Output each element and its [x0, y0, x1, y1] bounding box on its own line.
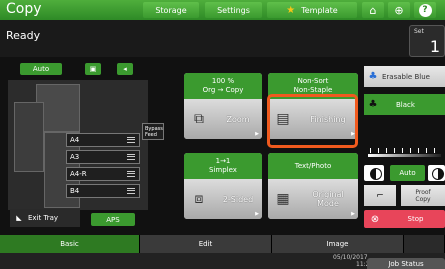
- tab-bar: Basic Edit Image: [0, 235, 445, 253]
- zoom-button[interactable]: 100 % Org → Copy ⧉ Zoom ▶: [184, 73, 262, 139]
- corner-arrow-icon: ▶: [255, 131, 259, 137]
- black-mode-button[interactable]: ♣ Black: [364, 94, 445, 115]
- aps-button[interactable]: APS: [91, 213, 135, 226]
- home-icon[interactable]: ⌂: [362, 2, 384, 18]
- job-build-icon[interactable]: ⌐: [364, 185, 396, 206]
- footer-bar: 05/10/2017 11:28 Job Status: [0, 253, 445, 269]
- erasable-icon: ♣: [368, 71, 378, 82]
- stop-button[interactable]: ⊗ Stop: [364, 210, 445, 228]
- tray-item[interactable]: A4-R: [66, 167, 140, 181]
- original-size-icon[interactable]: ▣: [85, 63, 101, 75]
- tab-basic[interactable]: Basic: [0, 235, 140, 253]
- header-bar: Copy Storage Settings ★ Template ⌂ ⊕ ?: [0, 0, 445, 20]
- original-mode-icon: ▦: [276, 191, 290, 207]
- tray-item[interactable]: B4: [66, 184, 140, 198]
- set-label: Set: [414, 28, 424, 35]
- corner-arrow-icon: ▶: [351, 211, 355, 217]
- original-mode-label: Original Mode: [312, 190, 344, 208]
- template-label: Template: [301, 5, 338, 15]
- set-counter[interactable]: Set 1: [409, 25, 445, 57]
- tray-icon: [127, 154, 135, 160]
- black-label: Black: [396, 100, 415, 109]
- tab-spacer: [404, 235, 445, 253]
- set-value: 1: [429, 37, 440, 56]
- tray-label: A4-R: [70, 170, 87, 178]
- lighter-density-icon[interactable]: [364, 165, 384, 181]
- tray-icon: [127, 171, 135, 177]
- original-mode-button[interactable]: Text/Photo ▦ Original Mode ▶: [268, 153, 358, 219]
- settings-button[interactable]: Settings: [205, 2, 262, 18]
- bypass-feed-button[interactable]: Bypass Feed: [142, 123, 164, 140]
- auto-color-button[interactable]: Auto: [20, 63, 62, 75]
- zoom-label: Zoom: [226, 114, 250, 124]
- template-button[interactable]: ★ Template: [267, 2, 357, 18]
- job-status-button[interactable]: Job Status: [367, 258, 445, 269]
- density-scale: [364, 146, 445, 158]
- exit-tray-button[interactable]: ◣ Exit Tray: [10, 209, 80, 227]
- tray-icon: [127, 188, 135, 194]
- help-button[interactable]: ?: [414, 2, 436, 18]
- storage-button[interactable]: Storage: [143, 2, 199, 18]
- tray-item[interactable]: A4: [66, 133, 140, 147]
- exit-tray-icon: ◣: [16, 214, 22, 222]
- two-sided-button[interactable]: 1→1 Simplex ⧈ 2-Sided ▶: [184, 153, 262, 219]
- two-sided-label: 2-Sided: [222, 194, 254, 204]
- black-mode-icon: ♣: [368, 99, 378, 110]
- tray-item[interactable]: A3: [66, 150, 140, 164]
- tray-label: B4: [70, 187, 80, 195]
- auto-label: Auto: [32, 65, 50, 73]
- two-sided-icon: ⧈: [194, 191, 204, 207]
- zoom-status: 100 % Org → Copy: [184, 73, 262, 99]
- status-text: Ready: [6, 29, 41, 42]
- date-text: 05/10/2017: [333, 254, 368, 261]
- original-mode-status: Text/Photo: [268, 153, 358, 179]
- tray-label: A4: [70, 136, 80, 144]
- exit-tray-label: Exit Tray: [28, 214, 59, 222]
- stop-label: Stop: [407, 215, 424, 223]
- tab-edit[interactable]: Edit: [140, 235, 272, 253]
- stop-icon: ⊗: [370, 213, 380, 225]
- corner-arrow-icon: ▶: [255, 211, 259, 217]
- proof-copy-button[interactable]: Proof Copy: [401, 185, 445, 206]
- tab-image[interactable]: Image: [272, 235, 404, 253]
- darker-density-icon[interactable]: [428, 165, 445, 181]
- tray-label: A3: [70, 153, 80, 161]
- two-sided-status: 1→1 Simplex: [184, 153, 262, 179]
- finishing-highlight: [267, 94, 358, 148]
- help-icon: ?: [418, 3, 432, 17]
- star-icon: ★: [286, 4, 296, 16]
- erasable-label: Erasable Blue: [382, 72, 430, 81]
- tray-icon: [127, 137, 135, 143]
- view-toggle-icon[interactable]: ◂: [117, 63, 133, 75]
- app-title: Copy: [6, 1, 42, 17]
- zoom-icon: ⧉: [194, 111, 204, 127]
- globe-icon[interactable]: ⊕: [388, 2, 410, 18]
- auto-density-button[interactable]: Auto: [390, 165, 425, 181]
- erasable-blue-button[interactable]: ♣ Erasable Blue: [364, 66, 445, 87]
